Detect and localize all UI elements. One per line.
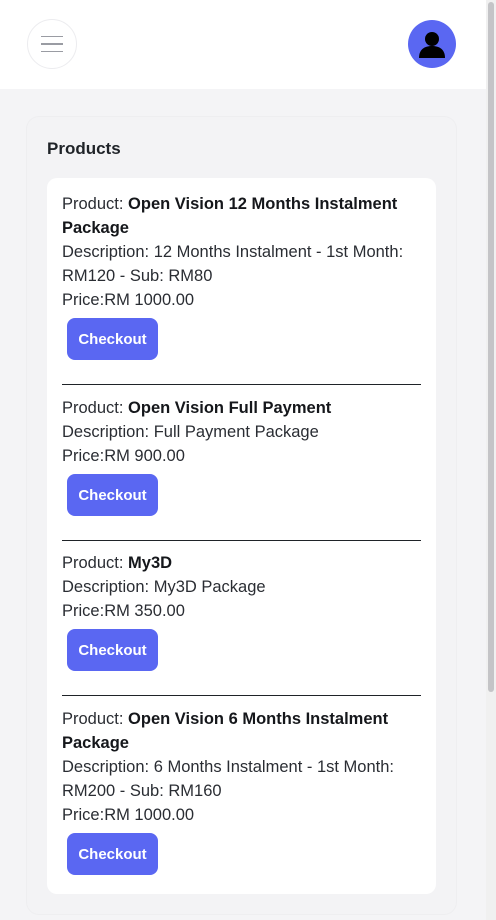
product-name-line: Product: Open Vision 12 Months Instalmen… <box>62 195 398 237</box>
product-price-line: Price:RM 900.00 <box>62 447 185 465</box>
divider <box>62 540 421 541</box>
product-price-line: Price:RM 350.00 <box>62 602 185 620</box>
product-description-line: Description: 12 Months Instalment - 1st … <box>62 243 404 285</box>
user-icon <box>419 32 445 58</box>
checkout-button[interactable]: Checkout <box>67 833 158 875</box>
product-price: RM 1000.00 <box>104 806 195 824</box>
product-name: My3D <box>128 554 173 572</box>
panel-title: Products <box>47 139 121 158</box>
divider <box>62 384 421 385</box>
user-avatar-button[interactable] <box>408 20 456 68</box>
product-item: Product: My3D Description: My3D Package … <box>62 551 421 671</box>
product-item: Product: Open Vision Full Payment Descri… <box>62 396 421 516</box>
product-item: Product: Open Vision 12 Months Instalmen… <box>62 192 421 360</box>
menu-button[interactable] <box>27 19 77 69</box>
product-price-line: Price:RM 1000.00 <box>62 806 195 824</box>
scrollbar[interactable] <box>486 0 496 920</box>
product-name-line: Product: Open Vision Full Payment <box>62 399 332 417</box>
scrollbar-thumb[interactable] <box>488 2 494 692</box>
checkout-button[interactable]: Checkout <box>67 629 158 671</box>
product-description-line: Description: 6 Months Instalment - 1st M… <box>62 758 394 800</box>
divider <box>62 695 421 696</box>
product-price: RM 900.00 <box>104 447 185 465</box>
product-name-line: Product: My3D <box>62 554 173 572</box>
product-description: Full Payment Package <box>153 423 319 441</box>
product-description-line: Description: My3D Package <box>62 578 266 596</box>
hamburger-icon <box>41 35 63 38</box>
checkout-button[interactable]: Checkout <box>67 318 158 360</box>
product-name: Open Vision Full Payment <box>128 399 332 417</box>
product-price: RM 350.00 <box>104 602 185 620</box>
product-price-line: Price:RM 1000.00 <box>62 291 195 309</box>
product-price: RM 1000.00 <box>104 291 195 309</box>
product-name-line: Product: Open Vision 6 Months Instalment… <box>62 710 389 752</box>
checkout-button[interactable]: Checkout <box>67 474 158 516</box>
top-bar <box>0 0 486 89</box>
product-item: Product: Open Vision 6 Months Instalment… <box>62 707 421 875</box>
product-description: My3D Package <box>153 578 266 596</box>
product-description-line: Description: Full Payment Package <box>62 423 319 441</box>
